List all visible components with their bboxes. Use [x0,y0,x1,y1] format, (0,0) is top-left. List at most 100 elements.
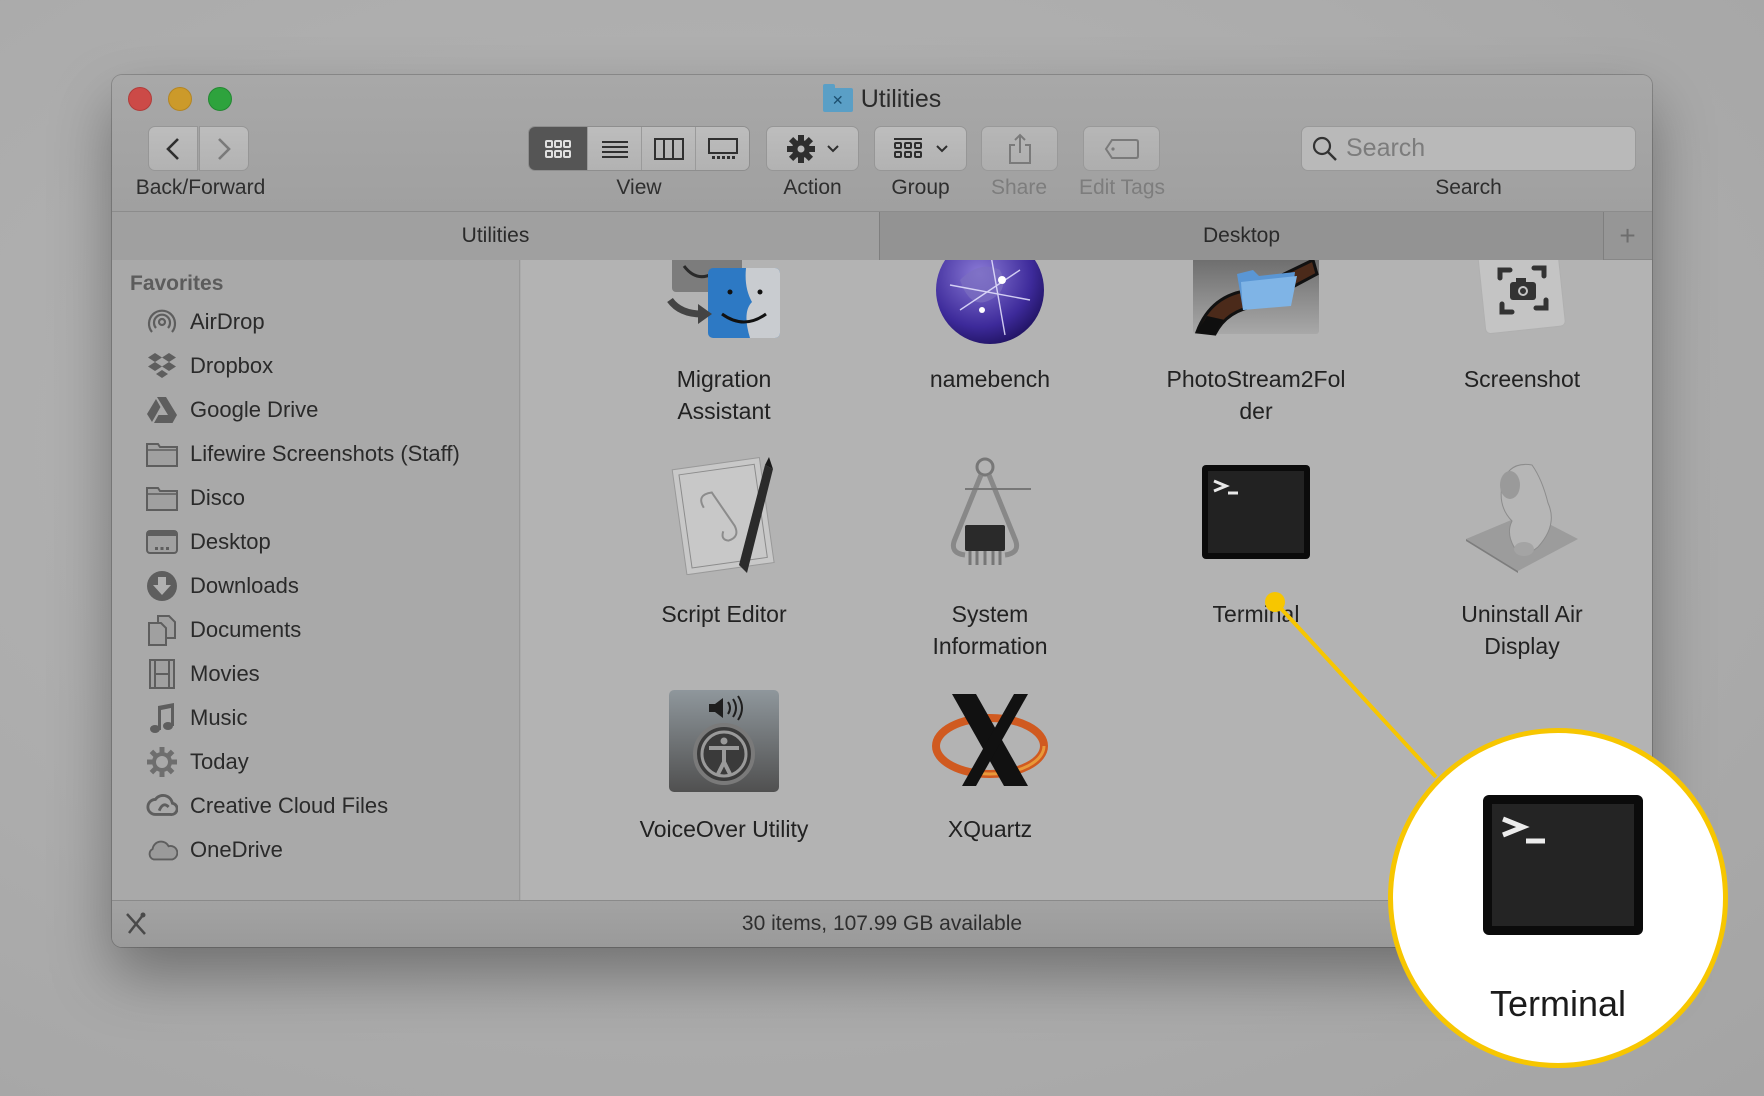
folder-icon [146,438,178,470]
group-button[interactable] [874,126,967,171]
xquartz-icon [932,694,1048,786]
chevron-down-icon [935,144,948,152]
sidebar-item-dropbox[interactable]: Dropbox [146,344,460,388]
sidebar-item-music[interactable]: Music [146,696,460,740]
chevron-left-icon [166,137,179,160]
script-editor-icon [671,456,775,575]
icon-view-button[interactable] [529,127,587,170]
file-item-uninstall-air-display[interactable]: Uninstall Air Display [1402,455,1642,665]
file-item-migration-assistant[interactable]: Migration Assistant [604,260,844,440]
action-button[interactable] [766,126,859,171]
onedrive-icon [146,834,178,866]
file-label: Migration Assistant [676,366,772,424]
sidebar-heading-favorites: Favorites [130,272,224,295]
file-label: namebench [929,366,1051,392]
view-label: View [616,176,662,199]
gallery-icon [707,137,738,159]
sidebar-item-label: AirDrop [190,309,265,334]
share-label: Share [990,176,1048,199]
gallery-view-button[interactable] [695,127,749,170]
sidebar-item-onedrive[interactable]: OneDrive [146,828,460,872]
tab-bar: Utilities Desktop + [112,212,1652,260]
file-item-terminal[interactable]: Terminal [1136,455,1376,665]
sidebar-item-disco[interactable]: Disco [146,476,460,520]
sidebar-item-desktop[interactable]: Desktop [146,520,460,564]
sidebar-item-google-drive[interactable]: Google Drive [146,388,460,432]
search-field[interactable] [1301,126,1636,171]
chevron-right-icon [218,137,231,160]
sidebar-item-label: Documents [190,617,302,642]
migration-assistant-icon [667,260,780,338]
sidebar-item-label: Music [190,705,248,730]
group-grid-icon [893,137,922,158]
downloads-icon [146,570,178,602]
photostream2folder-icon [1193,260,1319,336]
system-information-icon [950,457,1031,565]
column-view-button[interactable] [641,127,695,170]
file-item-namebench[interactable]: namebench [870,260,1110,440]
sidebar-item-downloads[interactable]: Downloads [146,564,460,608]
sidebar-item-lifewire-screenshots[interactable]: Lifewire Screenshots (Staff) [146,432,460,476]
file-label: Script Editor [661,601,787,627]
file-label: PhotoStream2Fol der [1166,366,1346,424]
google-drive-icon [146,394,178,426]
namebench-icon [936,260,1044,344]
window-title: ✕ Utilities [112,83,1652,114]
sidebar-item-label: Disco [190,485,246,510]
sidebar-item-label: Movies [190,661,260,686]
action-label: Action [783,176,842,199]
sidebar-item-today[interactable]: Today [146,740,460,784]
screenshot-icon [1477,260,1566,334]
tab-utilities[interactable]: Utilities [112,212,880,260]
file-item-system-information[interactable]: System Information [870,455,1110,665]
tag-icon [1104,138,1139,159]
movies-icon [146,658,178,690]
dropbox-icon [146,350,178,382]
back-button[interactable] [148,126,198,171]
search-label: Search [1435,176,1502,199]
status-text: 30 items, 107.99 GB available [741,912,1023,935]
airdrop-icon [146,306,178,338]
sidebar-item-label: OneDrive [190,837,283,862]
sidebar: Favorites AirDrop Dropbox Google Drive L… [112,260,520,900]
toolbar: ✕ Utilities Back/Forward View Action Gro… [112,75,1652,212]
search-icon [1312,136,1337,161]
sidebar-item-label: Downloads [190,573,299,598]
file-item-xquartz[interactable]: XQuartz [870,688,1110,868]
window-title-text: Utilities [860,85,942,113]
callout-label: Terminal [1489,983,1627,1024]
sidebar-item-label: Google Drive [190,397,319,422]
share-icon [1008,133,1031,164]
sidebar-item-airdrop[interactable]: AirDrop [146,300,460,344]
search-input[interactable] [1346,134,1626,163]
tab-desktop[interactable]: Desktop [880,212,1604,260]
folder-icon [146,482,178,514]
file-label: Screenshot [1463,366,1581,392]
utilities-folder-icon: ✕ [822,83,853,112]
sidebar-item-label: Desktop [190,529,271,554]
gear-icon [786,134,815,163]
sidebar-item-label: Dropbox [190,353,274,378]
file-item-script-editor[interactable]: Script Editor [604,455,844,665]
edit-tags-label: Edit Tags [1079,176,1165,199]
sidebar-item-documents[interactable]: Documents [146,608,460,652]
back-forward-label: Back/Forward [135,176,266,199]
sidebar-item-creative-cloud-files[interactable]: Creative Cloud Files [146,784,460,828]
list-icon [601,140,628,158]
music-icon [146,702,178,734]
new-tab-button[interactable]: + [1604,212,1651,259]
forward-button[interactable] [199,126,249,171]
file-item-voiceover-utility[interactable]: VoiceOver Utility [604,688,844,868]
sidebar-item-movies[interactable]: Movies [146,652,460,696]
documents-icon [146,614,178,646]
sidebar-item-label: Today [190,749,249,774]
view-mode-selector[interactable] [528,126,750,171]
toolbox-icon [126,912,146,935]
file-item-screenshot[interactable]: Screenshot [1402,260,1642,440]
file-label: Uninstall Air Display [1461,601,1583,659]
file-item-photostream2folder[interactable]: PhotoStream2Fol der [1136,260,1376,440]
share-button[interactable] [981,126,1058,171]
file-label: Terminal [1212,601,1300,627]
edit-tags-button[interactable] [1083,126,1160,171]
list-view-button[interactable] [587,127,641,170]
